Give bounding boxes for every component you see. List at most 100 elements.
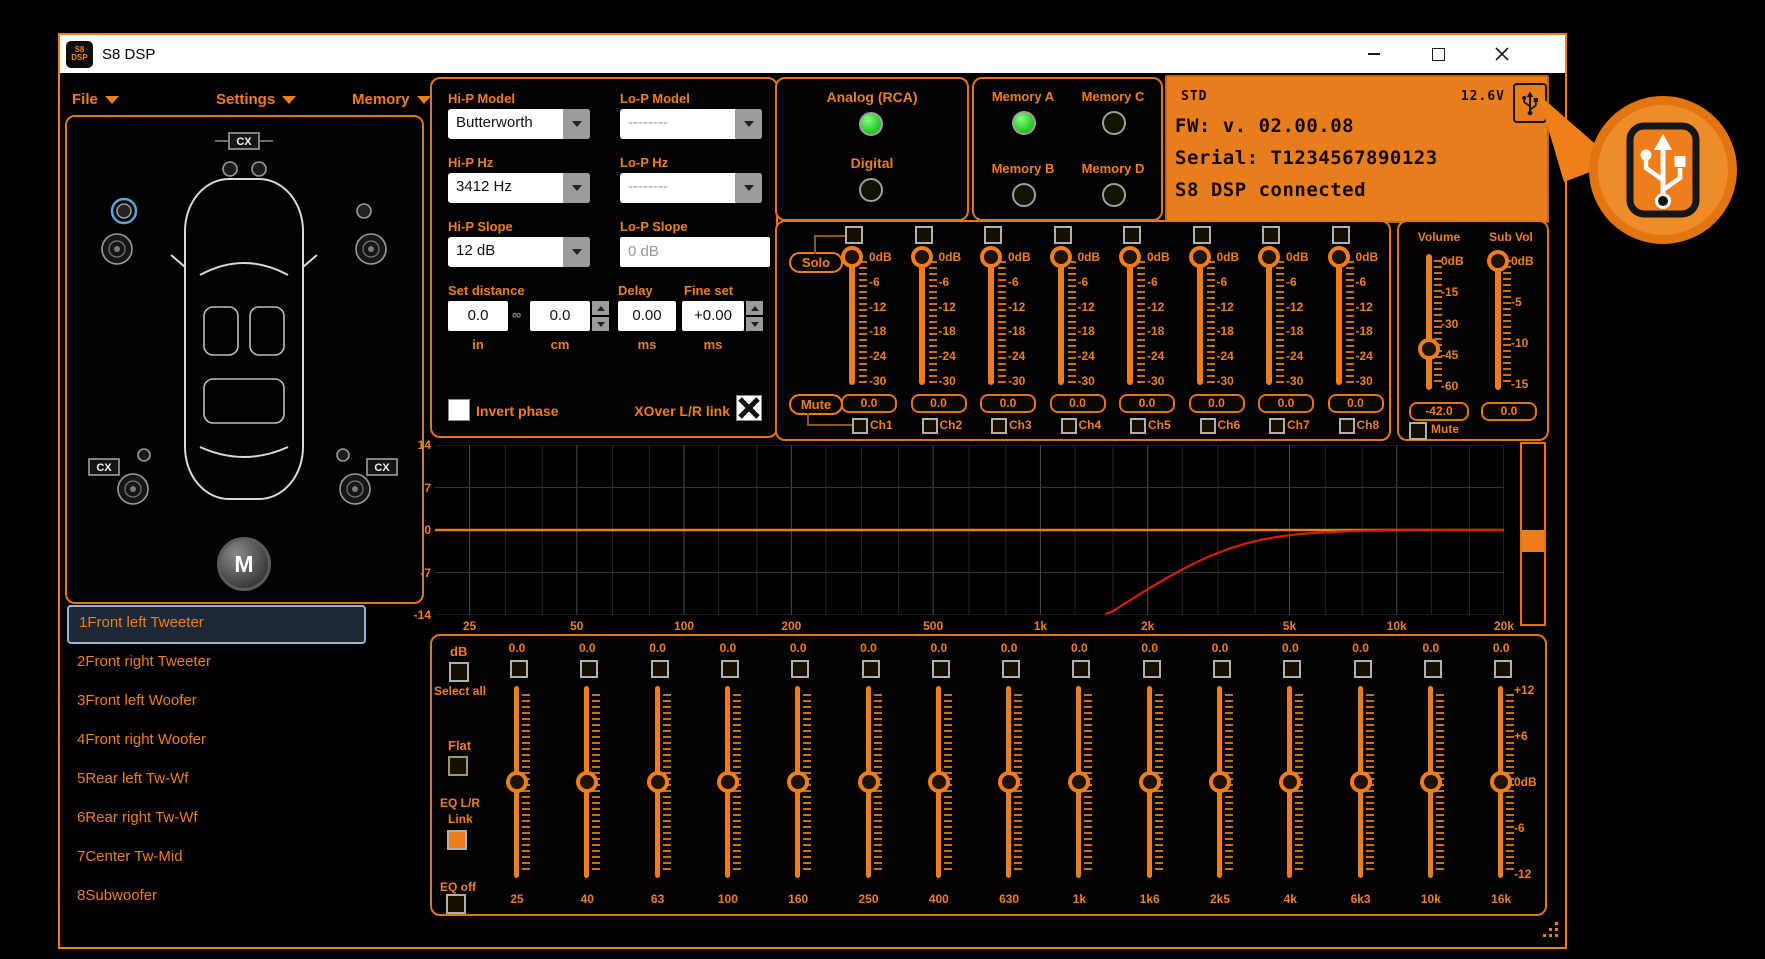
channel-fader-knob[interactable] [1050, 246, 1072, 268]
eq-band-value[interactable]: 0.0 [904, 641, 974, 655]
delay-field[interactable]: 0.00 [618, 301, 676, 331]
dropdown-arrow-icon[interactable] [563, 237, 590, 267]
eq-band-value[interactable]: 0.0 [1255, 641, 1325, 655]
eq-band-checkbox[interactable] [932, 660, 950, 678]
speaker-front-left-tweeter[interactable] [117, 204, 131, 218]
channel-fader-track[interactable] [1266, 255, 1272, 385]
master-mute-checkbox[interactable] [1409, 422, 1427, 440]
channel-solo-checkbox[interactable] [1054, 226, 1072, 244]
eq-band-knob[interactable] [1350, 771, 1372, 793]
eq-band-value[interactable]: 0.0 [834, 641, 904, 655]
channel-select-checkbox[interactable] [1200, 418, 1216, 434]
invert-phase-checkbox[interactable] [448, 399, 470, 421]
channel-solo-checkbox[interactable] [915, 226, 933, 244]
fine-set-field[interactable]: +0.00 [682, 301, 744, 331]
channel-fader-knob[interactable] [980, 246, 1002, 268]
channel-fader-track[interactable] [1058, 255, 1064, 385]
spinner-down-icon[interactable] [592, 317, 609, 331]
eq-off-checkbox[interactable] [446, 894, 466, 914]
eq-band-knob[interactable] [1139, 771, 1161, 793]
eq-band-value[interactable]: 0.0 [1115, 641, 1185, 655]
channel-list-item[interactable]: 5Rear left Tw-Wf [67, 761, 377, 796]
channel-list-item[interactable]: 8Subwoofer [67, 878, 377, 913]
minimize-button[interactable] [1351, 35, 1397, 73]
lp-slope-value[interactable]: 0 dB [620, 237, 770, 267]
eq-band-value[interactable]: 0.0 [1185, 641, 1255, 655]
volume-fader-track[interactable] [1426, 254, 1432, 390]
eq-band-checkbox[interactable] [1213, 660, 1231, 678]
speaker-rear-left-tweeter[interactable] [138, 449, 150, 461]
channel-list-item[interactable]: 2Front right Tweeter [67, 644, 377, 679]
eq-band-checkbox[interactable] [1002, 660, 1020, 678]
eq-band-checkbox[interactable] [721, 660, 739, 678]
channel-select-checkbox[interactable] [852, 418, 868, 434]
eq-band-value[interactable]: 0.0 [1466, 641, 1536, 655]
lp-model-select[interactable]: -------- [620, 109, 762, 139]
hp-model-select[interactable]: Butterworth [448, 109, 590, 139]
lp-freq-select[interactable]: -------- [620, 173, 762, 203]
eq-band-value[interactable]: 0.0 [693, 641, 763, 655]
graph-scrollbar[interactable] [1520, 442, 1546, 626]
channel-list-item[interactable]: 3Front left Woofer [67, 683, 377, 718]
menu-memory[interactable]: Memory [352, 91, 431, 108]
channel-fader-knob[interactable] [841, 246, 863, 268]
close-button[interactable] [1479, 35, 1525, 73]
eq-band-knob[interactable] [506, 771, 528, 793]
hp-slope-select[interactable]: 12 dB [448, 237, 590, 267]
channel-fader-knob[interactable] [1258, 246, 1280, 268]
eq-band-value[interactable]: 0.0 [482, 641, 552, 655]
channel-solo-checkbox[interactable] [1332, 226, 1350, 244]
channel-list-item[interactable]: 6Rear right Tw-Wf [67, 800, 377, 835]
sub-fader-track[interactable] [1495, 254, 1501, 390]
eq-band-value[interactable]: 0.0 [1326, 641, 1396, 655]
master-button[interactable]: M [217, 537, 271, 591]
channel-fader-knob[interactable] [1189, 246, 1211, 268]
dropdown-arrow-icon[interactable] [735, 109, 762, 139]
eq-link-checkbox[interactable] [447, 830, 467, 850]
menu-file[interactable]: File [72, 91, 119, 108]
spinner-up-icon[interactable] [746, 301, 763, 315]
eq-band-checkbox[interactable] [1072, 660, 1090, 678]
eq-band-knob[interactable] [1209, 771, 1231, 793]
channel-fader-track[interactable] [1197, 255, 1203, 385]
eq-band-knob[interactable] [998, 771, 1020, 793]
channel-fader-track[interactable] [988, 255, 994, 385]
eq-band-checkbox[interactable] [791, 660, 809, 678]
sub-volume-value[interactable]: 0.0 [1481, 402, 1537, 421]
channel-solo-checkbox[interactable] [1193, 226, 1211, 244]
eq-band-checkbox[interactable] [862, 660, 880, 678]
channel-list-item[interactable]: 4Front right Woofer [67, 722, 377, 757]
dropdown-arrow-icon[interactable] [735, 173, 762, 203]
dropdown-arrow-icon[interactable] [563, 109, 590, 139]
channel-fader-knob[interactable] [1328, 246, 1350, 268]
eq-band-checkbox[interactable] [651, 660, 669, 678]
maximize-button[interactable] [1415, 35, 1461, 73]
speaker-center-left[interactable] [223, 162, 237, 176]
sub-fader-knob[interactable] [1487, 250, 1509, 272]
eq-band-knob[interactable] [928, 771, 950, 793]
channel-list-item[interactable]: 1Front left Tweeter [67, 605, 366, 644]
eq-band-checkbox[interactable] [1354, 660, 1372, 678]
channel-gain-value[interactable]: 0.0 [1328, 394, 1384, 413]
channel-fader-track[interactable] [1336, 255, 1342, 385]
eq-select-all-checkbox[interactable] [449, 662, 469, 682]
xover-link-checkbox[interactable] [736, 395, 762, 421]
dropdown-arrow-icon[interactable] [563, 173, 590, 203]
eq-flat-checkbox[interactable] [448, 756, 468, 776]
eq-band-checkbox[interactable] [1143, 660, 1161, 678]
channel-fader-track[interactable] [919, 255, 925, 385]
channel-solo-checkbox[interactable] [1123, 226, 1141, 244]
distance-in-field[interactable]: 0.0 [448, 301, 508, 331]
channel-select-checkbox[interactable] [1339, 418, 1355, 434]
eq-band-checkbox[interactable] [1283, 660, 1301, 678]
channel-select-checkbox[interactable] [1130, 418, 1146, 434]
eq-band-knob[interactable] [717, 771, 739, 793]
channel-solo-checkbox[interactable] [845, 226, 863, 244]
eq-band-knob[interactable] [647, 771, 669, 793]
spinner-down-icon[interactable] [746, 317, 763, 331]
speaker-center-right[interactable] [252, 162, 266, 176]
eq-band-checkbox[interactable] [580, 660, 598, 678]
eq-band-value[interactable]: 0.0 [552, 641, 622, 655]
speaker-front-right-tweeter[interactable] [357, 204, 371, 218]
hp-freq-select[interactable]: 3412 Hz [448, 173, 590, 203]
